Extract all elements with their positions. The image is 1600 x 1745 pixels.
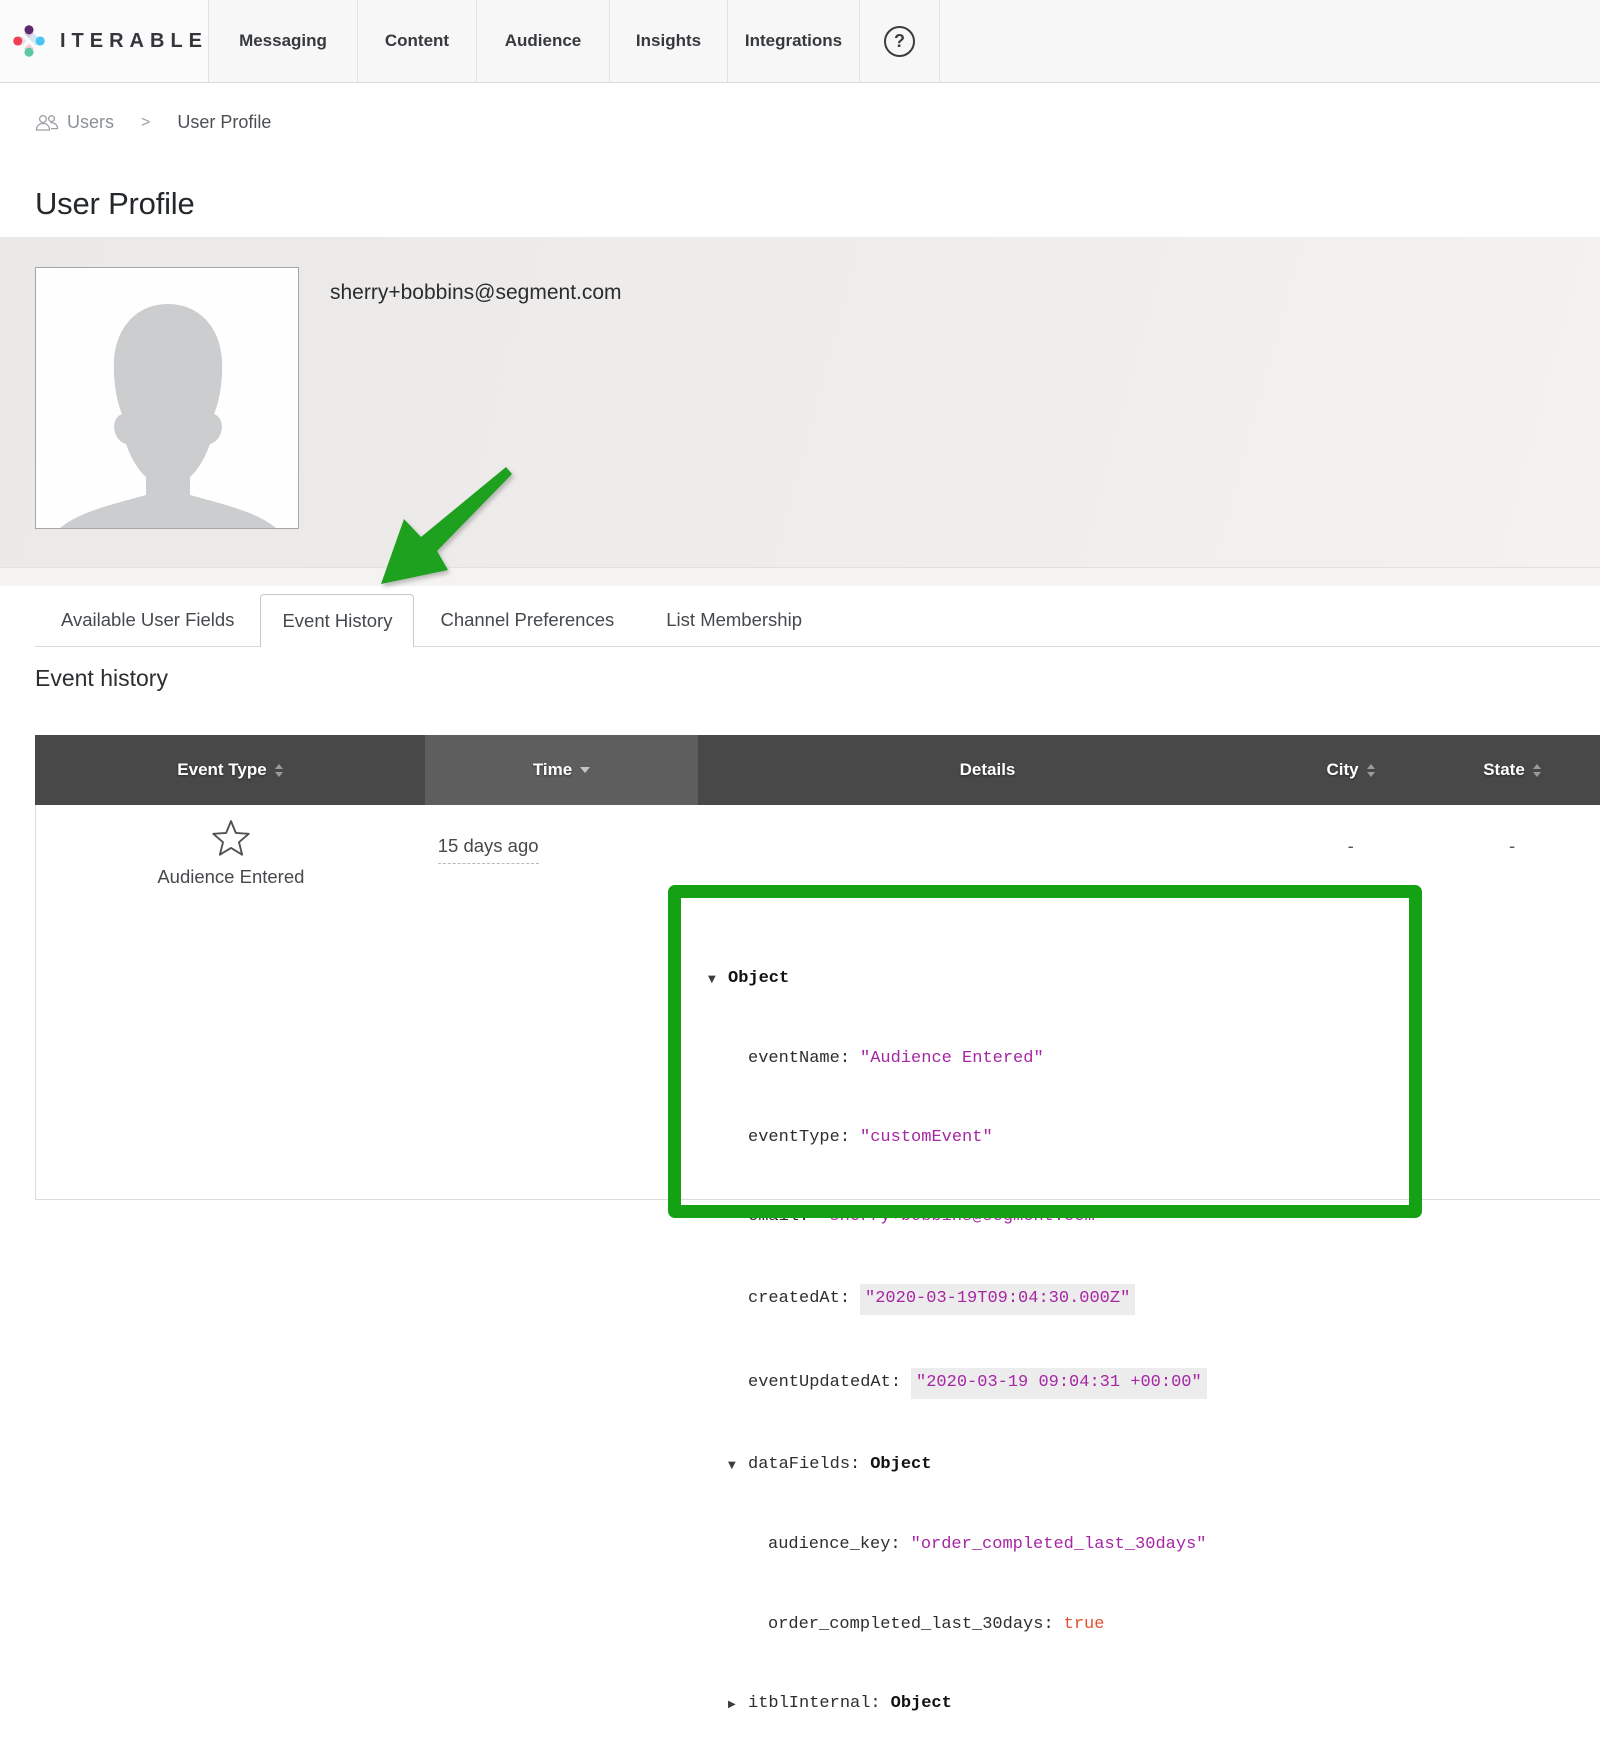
- hero-bottom-strip: [0, 567, 1600, 586]
- json-value: "2020-03-19 09:04:31 +00:00": [911, 1368, 1207, 1399]
- cell-state: -: [1424, 805, 1600, 1199]
- event-type-label: Audience Entered: [157, 866, 304, 888]
- json-key: dataFields:: [748, 1452, 860, 1478]
- column-header-city[interactable]: City: [1277, 735, 1424, 805]
- profile-email: sherry+bobbins@segment.com: [330, 281, 622, 305]
- breadcrumb-users-link[interactable]: Users: [67, 112, 114, 133]
- expander-icon[interactable]: ▼: [708, 967, 728, 993]
- nav-item-label: Audience: [505, 31, 582, 51]
- json-value: Object: [870, 1452, 931, 1478]
- page-title: User Profile: [35, 186, 195, 222]
- json-line: eventType: "customEvent": [708, 1125, 1207, 1151]
- nav-item-label: Insights: [636, 31, 701, 51]
- iterable-logo-icon: [13, 14, 45, 68]
- json-line: ▼Object: [708, 966, 1207, 993]
- brand-wordmark: ITERABLE: [60, 30, 208, 53]
- column-label: Event Type: [177, 760, 266, 780]
- help-icon: ?: [884, 26, 915, 57]
- sort-both-icon: [275, 764, 283, 777]
- json-key: eventUpdatedAt:: [748, 1370, 901, 1396]
- json-line: ▶itblInternal: Object: [708, 1691, 1207, 1718]
- json-key: order_completed_last_30days:: [768, 1612, 1054, 1638]
- users-icon: [35, 114, 59, 131]
- nav-item-label: Content: [385, 31, 449, 51]
- json-key: email:: [748, 1204, 809, 1230]
- profile-tabs: Available User Fields Event History Chan…: [35, 594, 1600, 647]
- json-value: "sherry+bobbins@segment.com": [819, 1204, 1105, 1230]
- nav-item-label: Messaging: [239, 31, 327, 51]
- tab-available-user-fields[interactable]: Available User Fields: [35, 594, 260, 646]
- column-label: Details: [960, 760, 1016, 780]
- tab-event-history[interactable]: Event History: [260, 594, 414, 647]
- column-header-state[interactable]: State: [1424, 735, 1600, 805]
- event-details-json: ▼Object eventName:"Audience Entered" eve…: [708, 913, 1207, 1745]
- json-key: eventType:: [748, 1125, 850, 1151]
- column-header-details[interactable]: Details: [698, 735, 1277, 805]
- sort-both-icon: [1533, 764, 1541, 777]
- json-line: audience_key: "order_completed_last_30day…: [708, 1532, 1207, 1558]
- column-header-time[interactable]: Time: [425, 735, 698, 805]
- nav-item-label: Integrations: [745, 31, 842, 51]
- json-value: "customEvent": [860, 1125, 993, 1151]
- tab-label: List Membership: [666, 609, 802, 631]
- brand-logo[interactable]: ITERABLE: [0, 0, 208, 82]
- relative-time[interactable]: 15 days ago: [438, 835, 539, 864]
- breadcrumb: Users > User Profile: [35, 112, 271, 133]
- breadcrumb-separator-icon: >: [141, 114, 150, 132]
- avatar: [35, 267, 299, 529]
- column-label: Time: [533, 760, 572, 780]
- tab-list-membership[interactable]: List Membership: [640, 594, 828, 646]
- expander-icon[interactable]: ▼: [728, 1453, 748, 1479]
- json-value: Object: [728, 966, 789, 992]
- tab-channel-preferences[interactable]: Channel Preferences: [414, 594, 640, 646]
- cell-city: -: [1277, 805, 1424, 1199]
- json-value: "Audience Entered": [860, 1046, 1044, 1072]
- json-line: order_completed_last_30days: true: [708, 1612, 1207, 1638]
- event-history-heading: Event history: [35, 665, 168, 692]
- cell-event-type: Audience Entered: [36, 805, 426, 1199]
- avatar-silhouette: [36, 268, 299, 529]
- event-table-header: Event Type Time Details City State: [35, 735, 1600, 805]
- tab-label: Available User Fields: [61, 609, 234, 631]
- sort-both-icon: [1367, 764, 1375, 777]
- json-line: email: "sherry+bobbins@segment.com": [708, 1204, 1207, 1230]
- nav-item-insights[interactable]: Insights: [609, 0, 727, 82]
- json-value: Object: [891, 1691, 952, 1717]
- json-key: audience_key:: [768, 1532, 901, 1558]
- column-header-event-type[interactable]: Event Type: [35, 735, 425, 805]
- top-navbar: ITERABLE Messaging Content Audience Insi…: [0, 0, 1600, 83]
- json-line: eventUpdatedAt: "2020-03-19 09:04:31 +00:…: [708, 1368, 1207, 1399]
- json-line: eventName: "Audience Entered": [708, 1046, 1207, 1072]
- json-line: ▼dataFields: Object: [708, 1452, 1207, 1479]
- star-icon[interactable]: [210, 818, 252, 858]
- tab-label: Channel Preferences: [440, 609, 614, 631]
- nav-item-integrations[interactable]: Integrations: [727, 0, 859, 82]
- json-line: createdAt: "2020-03-19T09:04:30.000Z": [708, 1284, 1207, 1315]
- nav-item-messaging[interactable]: Messaging: [208, 0, 357, 82]
- json-value: "order_completed_last_30days": [911, 1532, 1207, 1558]
- json-key: eventName:: [748, 1046, 850, 1072]
- tab-label: Event History: [282, 610, 392, 632]
- sort-desc-icon: [580, 767, 590, 773]
- nav-item-content[interactable]: Content: [357, 0, 476, 82]
- expander-icon[interactable]: ▶: [728, 1692, 748, 1718]
- json-value: "2020-03-19T09:04:30.000Z": [860, 1284, 1135, 1315]
- json-key: createdAt:: [748, 1286, 850, 1312]
- cell-time: 15 days ago: [426, 805, 699, 1199]
- column-label: State: [1483, 760, 1525, 780]
- json-key: itblInternal:: [748, 1691, 881, 1717]
- help-button[interactable]: ?: [859, 0, 940, 82]
- column-label: City: [1326, 760, 1358, 780]
- nav-item-audience[interactable]: Audience: [476, 0, 609, 82]
- json-value: true: [1064, 1612, 1105, 1638]
- breadcrumb-current: User Profile: [177, 112, 271, 133]
